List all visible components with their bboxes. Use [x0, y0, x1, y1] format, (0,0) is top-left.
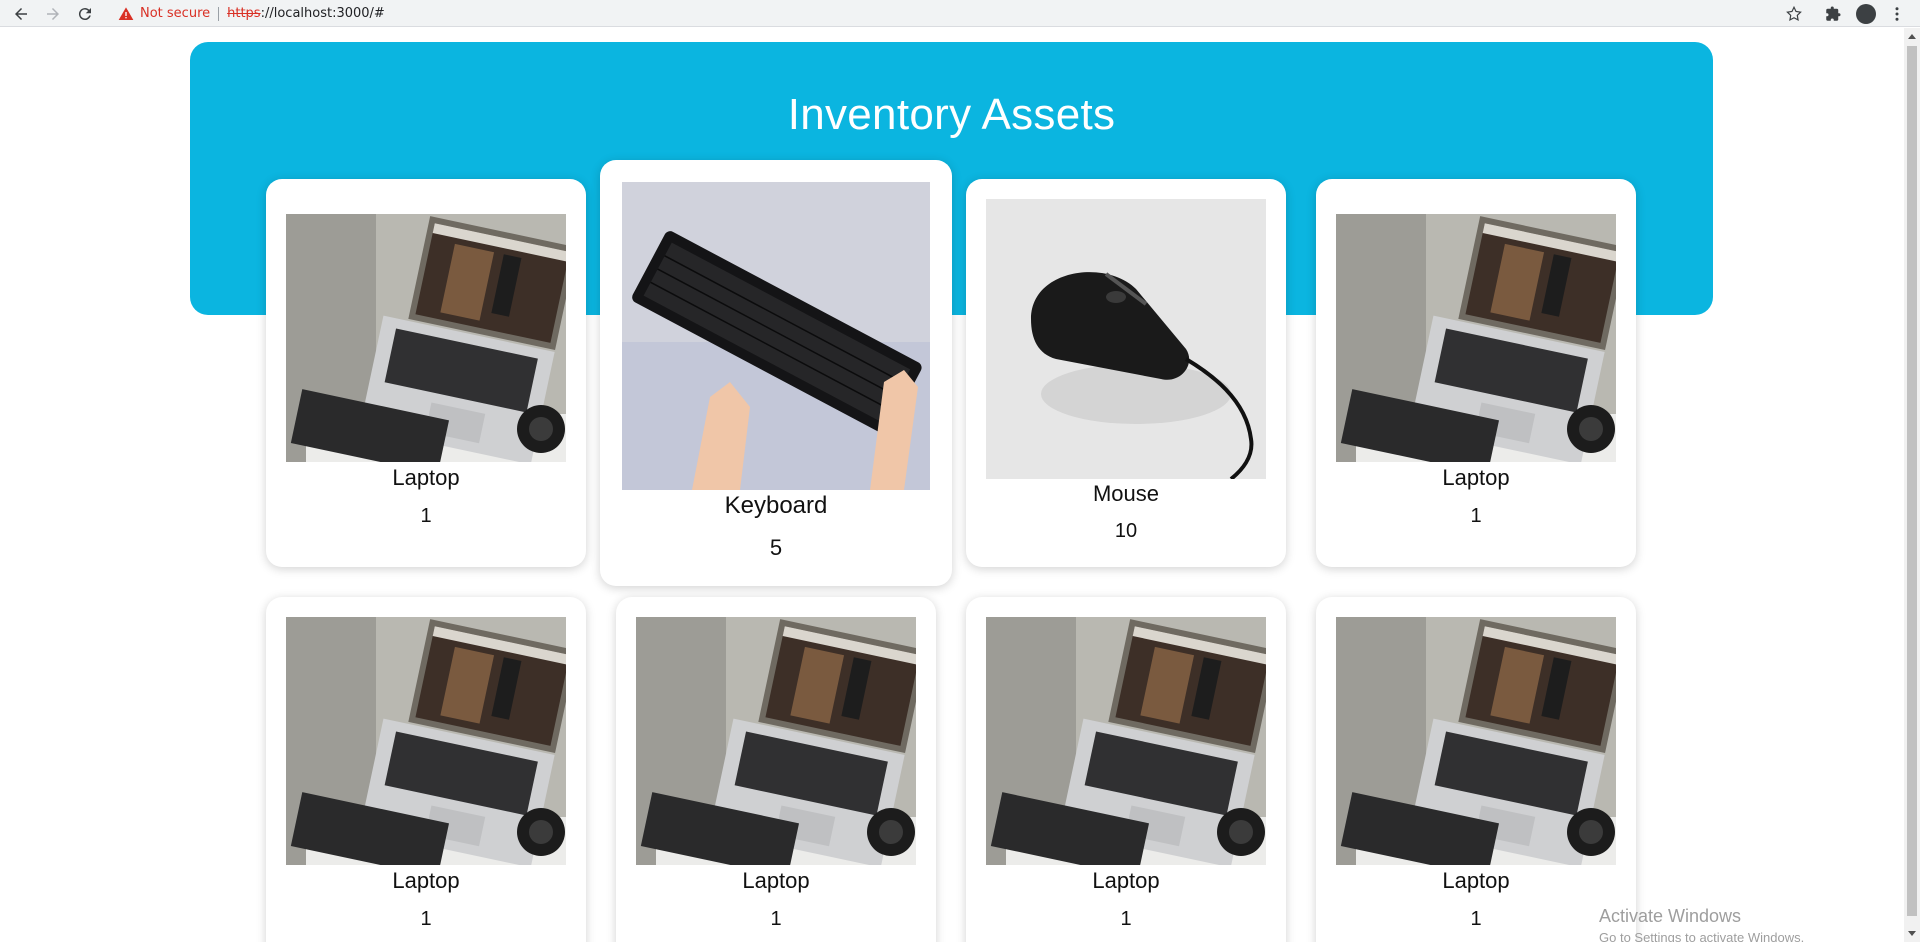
- asset-name: Laptop: [1442, 465, 1510, 490]
- activate-windows-subtitle: Go to Settings to activate Windows.: [1599, 930, 1805, 942]
- menu-kebab-icon[interactable]: [1886, 3, 1908, 25]
- reload-icon[interactable]: [74, 3, 96, 25]
- asset-quantity: 1: [770, 908, 782, 930]
- page-title: Inventory Assets: [787, 90, 1116, 139]
- laptop-image: [1336, 617, 1616, 865]
- browser-toolbar: Not secure https ://localhost:3000/#: [0, 0, 1920, 27]
- asset-card[interactable]: Mouse 10: [966, 179, 1286, 567]
- asset-name: Mouse: [1092, 481, 1160, 506]
- mouse-image: [986, 199, 1266, 479]
- asset-card[interactable]: Laptop 1: [966, 597, 1286, 942]
- asset-quantity: 5: [769, 535, 783, 560]
- security-status[interactable]: Not secure: [140, 6, 210, 21]
- asset-card[interactable]: Keyboard 5: [600, 160, 952, 586]
- extensions-icon[interactable]: [1822, 3, 1844, 25]
- warning-icon: [118, 6, 134, 22]
- asset-name: Laptop: [392, 868, 460, 893]
- laptop-image: [1336, 214, 1616, 462]
- laptop-image: [636, 617, 916, 865]
- forward-icon[interactable]: [42, 3, 64, 25]
- scrollbar-thumb[interactable]: [1907, 46, 1917, 916]
- asset-name: Laptop: [742, 868, 810, 893]
- asset-card[interactable]: Laptop 1: [1316, 597, 1636, 942]
- asset-quantity: 10: [1114, 520, 1138, 542]
- asset-quantity: 1: [1470, 505, 1482, 527]
- laptop-image: [986, 617, 1266, 865]
- keyboard-image: [622, 182, 930, 490]
- asset-card[interactable]: Laptop 1: [266, 179, 586, 567]
- asset-quantity: 1: [420, 908, 432, 930]
- scroll-up-icon[interactable]: [1908, 34, 1916, 39]
- asset-quantity: 1: [1470, 908, 1482, 930]
- asset-card[interactable]: Laptop 1: [1316, 179, 1636, 567]
- laptop-image: [286, 214, 566, 462]
- asset-quantity: 1: [420, 505, 432, 527]
- asset-name: Keyboard: [724, 492, 828, 519]
- bookmark-star-icon[interactable]: [1783, 3, 1805, 25]
- scroll-down-icon[interactable]: [1908, 931, 1916, 936]
- asset-card[interactable]: Laptop 1: [616, 597, 936, 942]
- laptop-image: [286, 617, 566, 865]
- page-scrollbar[interactable]: [1904, 28, 1920, 942]
- asset-name: Laptop: [1092, 868, 1160, 893]
- activate-windows-title: Activate Windows: [1599, 906, 1742, 926]
- separator: [218, 6, 220, 21]
- profile-avatar-icon[interactable]: [1855, 3, 1877, 25]
- url-path: ://localhost:3000/#: [260, 6, 385, 21]
- address-bar[interactable]: Not secure https ://localhost:3000/#: [108, 2, 1780, 25]
- asset-name: Laptop: [392, 465, 460, 490]
- asset-name: Laptop: [1442, 868, 1510, 893]
- asset-quantity: 1: [1120, 908, 1132, 930]
- asset-card[interactable]: Laptop 1: [266, 597, 586, 942]
- url-scheme: https: [227, 6, 261, 21]
- back-icon[interactable]: [10, 3, 32, 25]
